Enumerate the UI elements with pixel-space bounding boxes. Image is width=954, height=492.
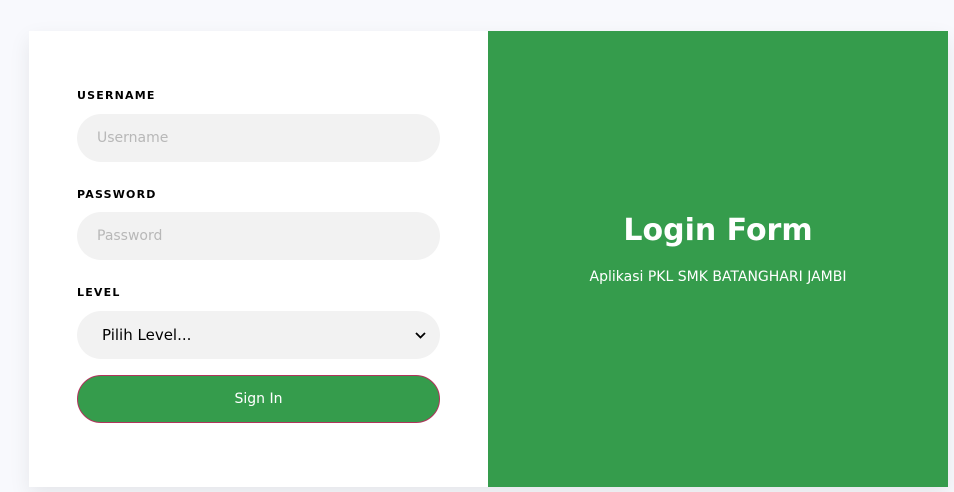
level-select[interactable]: Pilih Level...: [77, 311, 440, 359]
level-label: LEVEL: [77, 286, 121, 299]
username-label: USERNAME: [77, 89, 156, 102]
login-card: USERNAME PASSWORD LEVEL Pilih Level... S…: [29, 31, 948, 487]
username-input[interactable]: [77, 114, 440, 162]
chevron-down-icon: [414, 329, 426, 341]
level-selected-value: Pilih Level...: [102, 326, 192, 344]
password-label: PASSWORD: [77, 188, 157, 201]
brand-title: Login Form: [623, 213, 813, 248]
brand-panel: Login Form Aplikasi PKL SMK BATANGHARI J…: [488, 31, 948, 487]
login-form-panel: USERNAME PASSWORD LEVEL Pilih Level... S…: [29, 31, 488, 487]
brand-subtitle: Aplikasi PKL SMK BATANGHARI JAMBI: [589, 269, 847, 285]
password-input[interactable]: [77, 212, 440, 260]
sign-in-button[interactable]: Sign In: [77, 375, 440, 423]
